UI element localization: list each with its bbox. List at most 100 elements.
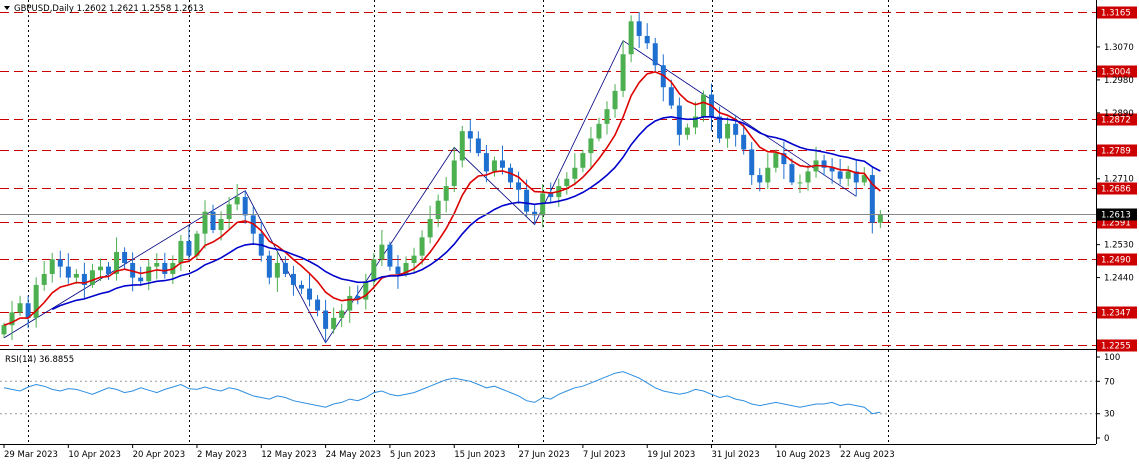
candle-body [644, 35, 650, 44]
date-tick-label: 10 Aug 2023 [776, 450, 830, 460]
candle-body [765, 167, 771, 183]
candle-body [548, 193, 554, 198]
candle-body [49, 259, 55, 274]
candle-body [57, 259, 63, 267]
rsi-label: RSI(14) 36.8855 [5, 355, 74, 365]
candle-body [419, 237, 425, 256]
rsi-tick-label: 0 [1104, 434, 1109, 444]
date-tick-label: 7 Jul 2023 [583, 450, 626, 460]
price-tick-label: 1.2530 [1104, 241, 1134, 251]
candle-body [282, 262, 288, 274]
candle-body [725, 123, 731, 139]
candle-body [620, 54, 626, 91]
candle-body [588, 138, 594, 154]
candle-body [234, 197, 240, 205]
candle-body [572, 167, 578, 179]
candle-body [146, 266, 152, 282]
date-tick-label: 27 Jun 2023 [519, 450, 570, 460]
candle-body [636, 21, 642, 36]
candle-body [877, 214, 883, 223]
candle-body [89, 270, 95, 285]
price-tick-label: 1.2890 [1104, 109, 1134, 119]
candle-body [97, 266, 103, 271]
date-tick-label: 5 Jun 2023 [390, 450, 436, 460]
candle-body [475, 138, 481, 154]
date-tick-label: 10 Apr 2023 [68, 450, 121, 460]
candle-body [298, 284, 304, 289]
candle-body [580, 153, 586, 168]
symbol-info: GBPUSD,Daily 1.2602 1.2621 1.2558 1.2613 [14, 4, 204, 14]
candle-body [459, 131, 465, 161]
candle-body [443, 186, 449, 201]
candle-body [178, 240, 184, 263]
candle-body [307, 288, 313, 300]
chart[interactable]: 1.31651.30041.28721.27891.26861.25911.24… [0, 0, 1139, 466]
candle-body [789, 164, 795, 183]
price-tick-label: 1.2440 [1104, 274, 1134, 284]
candle-body [226, 204, 232, 220]
candle-body [339, 310, 345, 318]
candle-body [451, 160, 457, 187]
candle-body [65, 266, 71, 278]
candle-body [757, 175, 763, 183]
candle-body [331, 317, 337, 329]
date-tick-label: 22 Aug 2023 [840, 450, 894, 460]
candle-body [162, 262, 168, 274]
candle-body [684, 127, 690, 135]
candle-body [540, 193, 546, 216]
date-tick-label: 12 May 2023 [261, 450, 316, 460]
candle-body [700, 94, 706, 117]
level-label: 1.2255 [1101, 342, 1131, 352]
candle-body [379, 244, 385, 260]
chart-header: GBPUSD,Daily 1.2602 1.2621 1.2558 1.2613 [4, 4, 204, 14]
current-price-label: 1.2613 [1101, 211, 1131, 221]
date-tick-label: 31 Jul 2023 [712, 450, 760, 460]
candle-body [395, 266, 401, 274]
candle-body [73, 273, 79, 278]
rsi-tick-label: 30 [1104, 410, 1115, 420]
candle-body [612, 90, 618, 110]
candle-body [668, 87, 674, 106]
chart-background [0, 0, 1139, 466]
candle-body [676, 105, 682, 135]
level-label: 1.2686 [1101, 185, 1131, 195]
candle-body [17, 303, 23, 313]
candle-body [347, 295, 353, 311]
price-tick-label: 1.2980 [1104, 76, 1134, 86]
candle-body [483, 153, 489, 172]
candle-body [290, 273, 296, 285]
candle-body [773, 153, 779, 168]
candle-body [186, 240, 192, 256]
candle-body [604, 109, 610, 124]
candle-body [218, 219, 224, 231]
candle-body [315, 299, 321, 311]
date-tick-label: 20 Apr 2023 [133, 450, 186, 460]
candle-body [467, 131, 473, 139]
candle-body [242, 197, 248, 216]
date-tick-label: 29 Mar 2023 [4, 450, 58, 460]
level-label: 1.2347 [1101, 309, 1131, 319]
candle-body [652, 43, 658, 66]
candle-body [499, 160, 505, 168]
date-tick-label: 19 Jul 2023 [647, 450, 695, 460]
rsi-tick-label: 100 [1104, 353, 1120, 363]
rsi-tick-label: 70 [1104, 377, 1115, 387]
level-label: 1.3165 [1101, 9, 1131, 19]
candle-body [797, 182, 803, 184]
date-tick-label: 2 May 2023 [197, 450, 247, 460]
candle-body [564, 178, 570, 187]
candle-body [749, 149, 755, 176]
date-tick-label: 15 Jun 2023 [454, 450, 505, 460]
candle-body [435, 200, 441, 220]
level-label: 1.2789 [1101, 147, 1131, 157]
candle-body [154, 262, 160, 267]
candle-body [387, 244, 393, 267]
candle-body [837, 171, 843, 179]
candle-body [741, 134, 747, 150]
candle-body [106, 266, 112, 274]
date-tick-label: 24 May 2023 [326, 450, 381, 460]
candle-body [1, 325, 7, 335]
level-label: 1.2490 [1101, 256, 1131, 266]
candle-body [266, 255, 272, 278]
candle-body [733, 123, 739, 135]
